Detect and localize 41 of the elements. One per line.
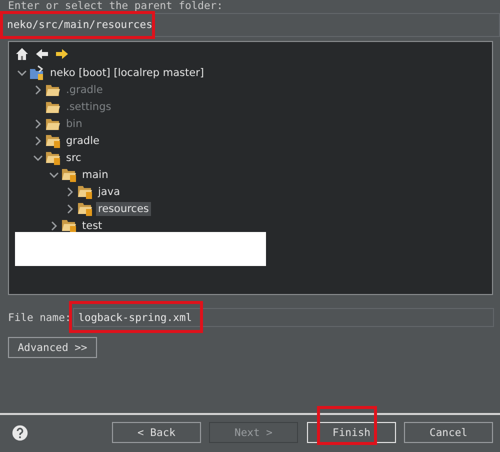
tree-item[interactable]: java: [96, 184, 122, 198]
home-icon[interactable]: [15, 47, 29, 61]
tree-item[interactable]: main: [80, 168, 110, 182]
advanced-button[interactable]: Advanced >>: [8, 337, 97, 358]
file-name-label: File name:: [8, 312, 72, 324]
source-folder-icon: [61, 167, 77, 182]
chevron-icon[interactable]: [33, 136, 43, 146]
highlight-frame: [317, 406, 377, 445]
chevron-icon[interactable]: [17, 68, 27, 78]
tree-item[interactable]: .settings: [64, 100, 114, 114]
source-folder-icon: [77, 201, 93, 216]
tree-item[interactable]: resources: [96, 202, 151, 216]
tree-item[interactable]: test: [80, 218, 104, 232]
back-arrow-icon[interactable]: [35, 47, 49, 61]
dialog-button[interactable]: < Back: [112, 422, 201, 443]
chevron-icon[interactable]: [33, 118, 43, 128]
chevron-icon[interactable]: [49, 220, 59, 230]
folder-prompt: Enter or select the parent folder:: [8, 0, 223, 12]
dialog-button[interactable]: Cancel: [404, 422, 493, 443]
chevron-icon[interactable]: [49, 170, 59, 180]
tree-item[interactable]: neko [boot] [localrep master]: [48, 66, 206, 80]
folder-icon: [45, 100, 61, 114]
chevron-icon[interactable]: [65, 204, 75, 214]
folder-icon: [45, 116, 61, 130]
file-name-field[interactable]: logback-spring.xml: [73, 308, 494, 327]
tree-item[interactable]: src: [64, 150, 84, 164]
folder-icon: [45, 82, 61, 96]
chevron-icon[interactable]: [33, 152, 43, 162]
source-folder-icon: [45, 150, 61, 165]
dialog-button[interactable]: Finish: [307, 422, 396, 443]
project-icon: [29, 64, 45, 80]
chevron-icon[interactable]: [33, 84, 43, 94]
forward-arrow-icon[interactable]: [55, 47, 69, 61]
tree-item[interactable]: gradle: [64, 134, 102, 148]
chevron-icon[interactable]: [65, 186, 75, 196]
source-folder-icon: [45, 133, 61, 148]
help-icon[interactable]: [12, 422, 28, 442]
tree-item[interactable]: .gradle: [64, 82, 105, 96]
source-folder-icon: [61, 218, 77, 233]
source-folder-icon: [77, 184, 93, 199]
tree-item[interactable]: bin: [64, 116, 84, 130]
